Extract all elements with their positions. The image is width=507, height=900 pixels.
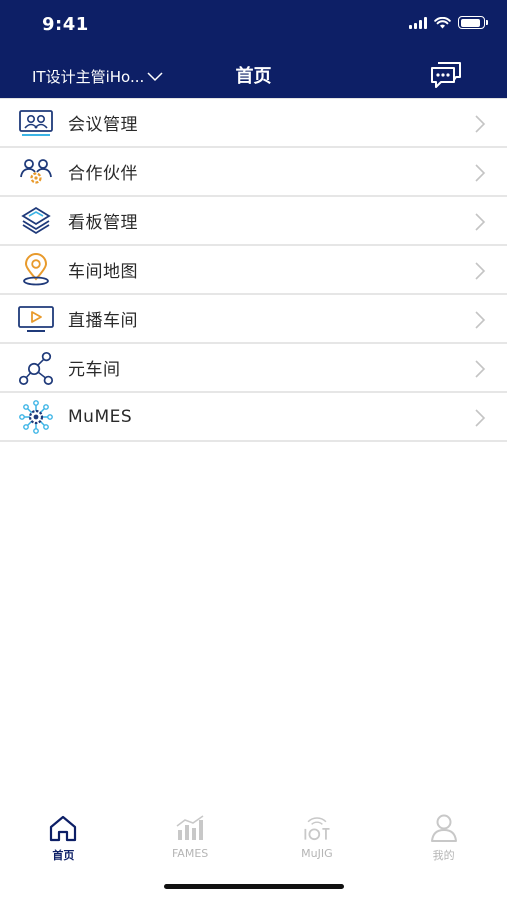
org-selector[interactable]: IT设计主管iHo... [32,66,164,87]
tab-label: FAMES [171,847,209,860]
chevron-right-icon [475,115,486,133]
page-title: 首页 [235,66,272,87]
menu-item-label: 车间地图 [68,262,138,282]
chevron-right-icon [475,262,486,280]
org-selector-label: IT设计主管iHo... [32,68,145,86]
chevron-down-icon [147,71,163,81]
chevron-right-icon [475,409,486,427]
menu-item-label: 元车间 [68,360,121,380]
app-header: 9:41 IT设计主管iHo... 首页 [0,0,507,98]
tab-mujig[interactable]: MuJIG [254,812,381,872]
menu-item-kanban[interactable]: 看板管理 [0,197,507,246]
map-pin-icon [17,252,55,287]
menu-item-partners[interactable]: 合作伙伴 [0,148,507,197]
menu-item-label: 会议管理 [68,115,138,135]
menu-item-mumes[interactable]: MuMES [0,393,507,442]
chevron-right-icon [475,360,486,378]
bar-chart-icon [173,812,207,844]
network-nodes-icon [17,351,55,385]
chevron-right-icon [475,311,486,329]
cellular-signal-icon [409,16,427,29]
menu-item-label: MuMES [68,406,133,427]
chat-bubbles-icon [431,62,461,88]
chat-button[interactable] [429,60,463,90]
kanban-layers-icon [17,204,55,238]
tab-home[interactable]: 首页 [0,812,127,872]
live-video-icon [17,302,55,336]
status-icons [409,16,488,29]
menu-item-meeting[interactable]: 会议管理 [0,99,507,148]
menu-item-workshop-map[interactable]: 车间地图 [0,246,507,295]
menu-item-label: 直播车间 [68,311,138,331]
status-time: 9:41 [42,14,89,35]
chevron-right-icon [475,164,486,182]
menu-item-label: 看板管理 [68,213,138,233]
home-indicator[interactable] [164,884,344,889]
tab-label: 首页 [52,849,75,862]
battery-level [460,18,481,27]
tab-fames[interactable]: FAMES [127,812,254,872]
battery-icon [458,16,488,29]
mumes-gear-icon [17,399,55,434]
partners-icon [17,155,55,189]
wifi-icon [434,16,451,28]
menu-list: 会议管理 合作伙伴 看板管理 车间地图 直播车间 元车间 MuMES [0,98,507,442]
menu-item-meta-workshop[interactable]: 元车间 [0,344,507,393]
tab-profile[interactable]: 我的 [380,812,507,872]
meeting-icon [17,106,55,140]
tab-bar: 首页 FAMES MuJIG 我的 [0,812,507,872]
iot-icon [300,812,334,844]
home-icon [46,812,80,844]
menu-item-live-workshop[interactable]: 直播车间 [0,295,507,344]
tab-label: 我的 [432,849,455,862]
menu-item-label: 合作伙伴 [68,164,138,184]
profile-icon [427,812,461,844]
chevron-right-icon [475,213,486,231]
tab-label: MuJIG [301,847,333,860]
